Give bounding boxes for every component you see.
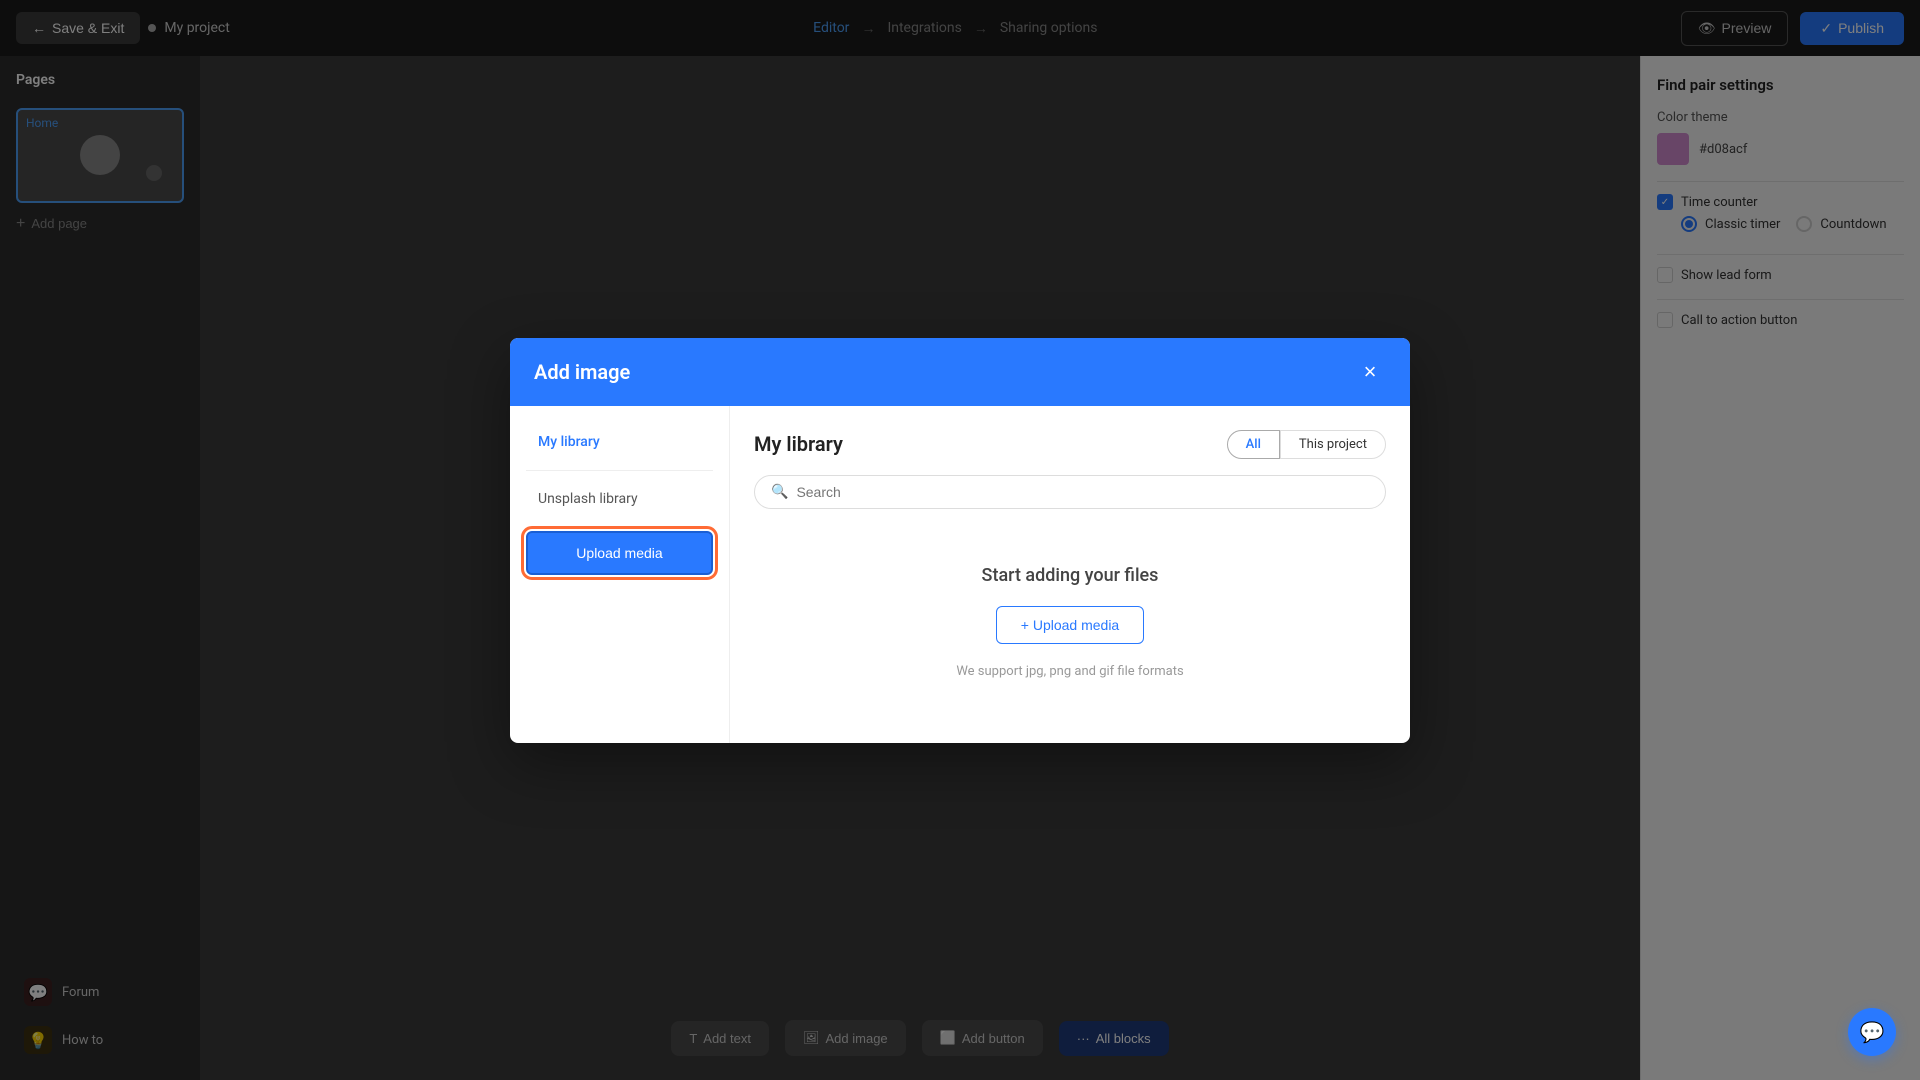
search-bar: 🔍 — [754, 475, 1386, 509]
modal-close-button[interactable]: × — [1354, 356, 1386, 388]
chat-bubble-icon: 💬 — [1860, 1020, 1885, 1044]
empty-state: Start adding your files + Upload media W… — [754, 525, 1386, 719]
modal-body: My library Unsplash library Upload media… — [510, 406, 1410, 743]
modal-nav-unsplash[interactable]: Unsplash library — [526, 483, 713, 515]
add-image-modal: Add image × My library Unsplash library … — [510, 338, 1410, 743]
modal-header: Add image × — [510, 338, 1410, 406]
upload-media-center-button[interactable]: + Upload media — [996, 606, 1144, 644]
modal-sidebar-divider — [526, 470, 713, 471]
filter-all-tab[interactable]: All — [1227, 430, 1280, 459]
modal-content-header: My library All This project — [754, 430, 1386, 459]
upload-media-sidebar-button[interactable]: Upload media — [526, 531, 713, 575]
modal-content-area: My library All This project 🔍 Start addi… — [730, 406, 1410, 743]
modal-title: Add image — [534, 360, 630, 384]
empty-state-hint: We support jpg, png and gif file formats — [956, 664, 1183, 679]
modal-nav-my-library[interactable]: My library — [526, 426, 713, 458]
search-input[interactable] — [796, 484, 1369, 500]
search-icon: 🔍 — [771, 484, 788, 500]
modal-sidebar: My library Unsplash library Upload media — [510, 406, 730, 743]
empty-state-title: Start adding your files — [982, 565, 1159, 586]
filter-this-project-tab[interactable]: This project — [1280, 430, 1386, 459]
chat-bubble-button[interactable]: 💬 — [1848, 1008, 1896, 1056]
modal-overlay: Add image × My library Unsplash library … — [0, 0, 1920, 1080]
modal-content-title: My library — [754, 432, 843, 456]
filter-tabs: All This project — [1227, 430, 1386, 459]
